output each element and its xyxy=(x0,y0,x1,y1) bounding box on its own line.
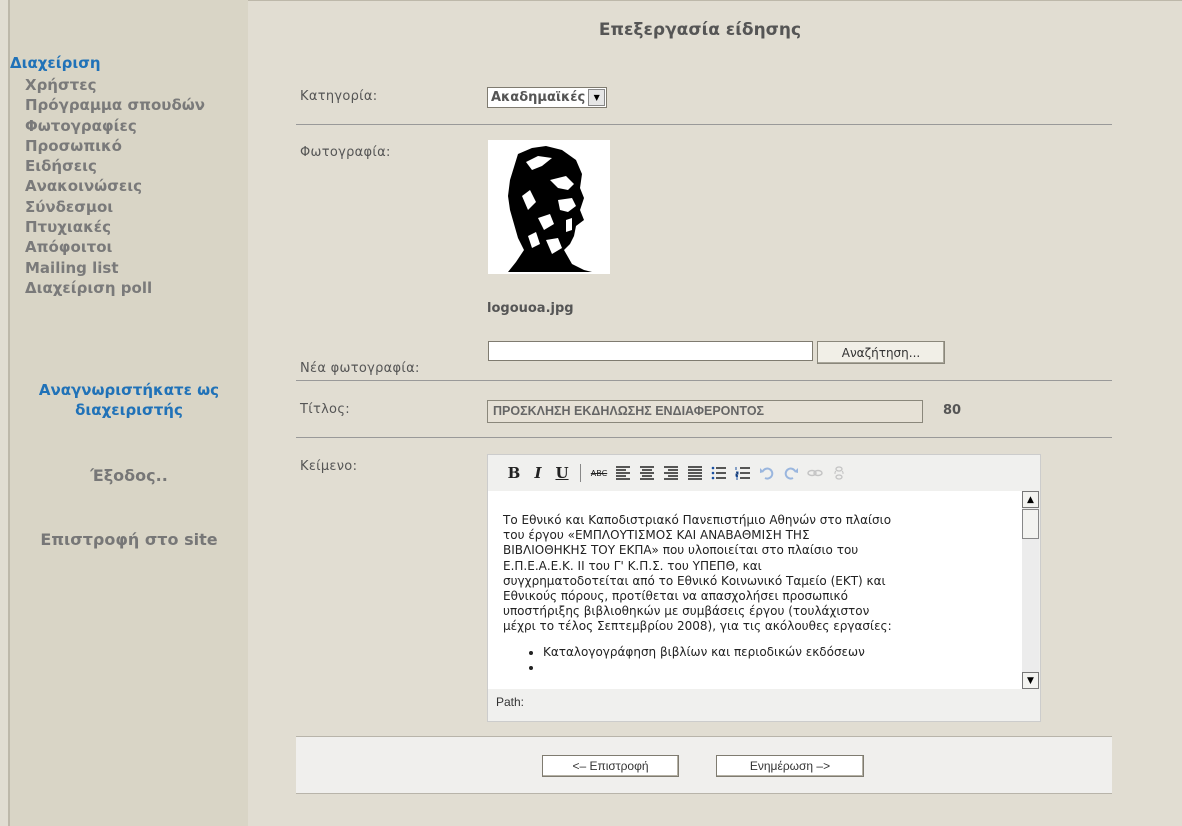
sidebar: Διαχείριση Χρήστες Πρόγραμμα σπουδών Φωτ… xyxy=(10,0,248,826)
sidebar-item-users[interactable]: Χρήστες xyxy=(25,75,205,95)
unlink-icon[interactable] xyxy=(827,461,851,485)
underline-icon[interactable]: U xyxy=(550,461,574,485)
undo-icon[interactable] xyxy=(755,461,779,485)
rich-text-editor: B I U ABC Το Εθνικό και Καποδιστριακό Πα… xyxy=(487,454,1041,722)
bullet-list-icon[interactable] xyxy=(707,461,731,485)
logout-link[interactable]: Έξοδος.. xyxy=(10,466,248,485)
content-line: συγχρηματοδοτείται από το Εθνικό Κοινωνι… xyxy=(503,573,886,588)
title-label: Τίτλος: xyxy=(300,402,350,417)
sidebar-item-news[interactable]: Ειδήσεις xyxy=(25,156,205,176)
category-label: Κατηγορία: xyxy=(300,89,378,104)
sidebar-item-links[interactable]: Σύνδεσμοι xyxy=(25,197,205,217)
editor-content[interactable]: Το Εθνικό και Καποδιστριακό Πανεπιστήμιο… xyxy=(488,491,1022,689)
align-right-icon[interactable] xyxy=(659,461,683,485)
editor-toolbar: B I U ABC xyxy=(488,455,1040,491)
align-left-icon[interactable] xyxy=(611,461,635,485)
back-to-site-link[interactable]: Επιστροφή στο site xyxy=(10,530,248,549)
browse-button[interactable]: Αναζήτηση... xyxy=(817,341,945,364)
align-center-icon[interactable] xyxy=(635,461,659,485)
toolbar-separator xyxy=(580,464,581,482)
sidebar-item-poll[interactable]: Διαχείριση poll xyxy=(25,278,205,298)
italic-icon[interactable]: I xyxy=(526,461,550,485)
align-justify-icon[interactable] xyxy=(683,461,707,485)
divider xyxy=(296,124,1112,125)
back-button[interactable]: <– Επιστροφή xyxy=(542,755,679,777)
chevron-down-icon[interactable]: ▼ xyxy=(588,89,606,106)
title-input[interactable]: ΠΡΟΣΚΛΗΣΗ ΕΚΔΗΛΩΣΗΣ ΕΝΔΙΑΦΕΡΟΝΤΟΣ xyxy=(487,400,923,423)
content-line: ΒΙΒΛΙΟΘΗΚΗΣ ΤΟΥ ΕΚΠΑ» που υλοποιείται στ… xyxy=(503,543,859,558)
content-bullet-list: Καταλογογράφηση βιβλίων και περιοδικών ε… xyxy=(503,645,1012,675)
content-line: Το Εθνικό και Καποδιστριακό Πανεπιστήμιο… xyxy=(503,513,892,527)
update-button[interactable]: Ενημέρωση –> xyxy=(716,755,864,777)
action-panel: <– Επιστροφή Ενημέρωση –> xyxy=(296,736,1112,794)
page-title: Επεξεργασία είδησης xyxy=(598,20,802,40)
divider xyxy=(296,437,1112,438)
sidebar-item-mailing-list[interactable]: Mailing list xyxy=(25,258,205,278)
editor-scrollbar[interactable]: ▲ ▼ xyxy=(1022,491,1039,689)
sidebar-title: Διαχείριση xyxy=(10,54,101,72)
sidebar-item-staff[interactable]: Προσωπικό xyxy=(25,136,205,156)
list-item: Καταλογογράφηση βιβλίων και περιοδικών ε… xyxy=(543,645,1012,660)
logged-in-line-2: διαχειριστής xyxy=(75,401,183,419)
scroll-down-icon[interactable]: ▼ xyxy=(1022,672,1039,689)
sidebar-item-curriculum[interactable]: Πρόγραμμα σπουδών xyxy=(25,95,205,115)
new-photo-label: Νέα φωτογραφία: xyxy=(300,361,420,376)
logged-in-line-1: Αναγνωριστήκατε ως xyxy=(38,381,220,399)
content-line: υποστήριξης βιβλιοθηκών με συμβάσεις έργ… xyxy=(503,604,870,619)
content-line: Εθνικούς πόρους, προτίθεται να απασχολήσ… xyxy=(503,589,848,604)
numbered-list-icon[interactable] xyxy=(731,461,755,485)
news-photo xyxy=(488,140,610,274)
sidebar-item-photos[interactable]: Φωτογραφίες xyxy=(25,116,205,136)
scroll-up-icon[interactable]: ▲ xyxy=(1022,491,1039,508)
sidebar-item-alumni[interactable]: Απόφοιτοι xyxy=(25,237,205,257)
list-item xyxy=(543,660,1012,675)
title-char-count: 80 xyxy=(943,403,962,418)
file-path-input[interactable] xyxy=(488,341,813,361)
category-select-value: Ακαδημαϊκές xyxy=(491,90,586,105)
content-line: Ε.Π.Ε.Α.Ε.Κ. ΙΙ του Γ' Κ.Π.Σ. του ΥΠΕΠΘ,… xyxy=(503,558,762,573)
photo-label: Φωτογραφία: xyxy=(300,145,391,160)
photo-filename: logouoa.jpg xyxy=(487,301,574,316)
logged-in-status: Αναγνωριστήκατε ως διαχειριστής xyxy=(10,380,248,420)
redo-icon[interactable] xyxy=(779,461,803,485)
content-line: μέχρι το τέλος Σεπτεμβρίου 2008), για τι… xyxy=(503,619,892,634)
bold-icon[interactable]: B xyxy=(502,461,526,485)
content-line: του έργου «ΕΜΠΛΟΥΤΙΣΜΟΣ ΚΑΙ ΑΝΑΒΑΘΜΙΣΗ Τ… xyxy=(503,528,810,543)
editor-path-bar: Path: xyxy=(496,695,525,709)
sidebar-item-theses[interactable]: Πτυχιακές xyxy=(25,217,205,237)
scrollbar-thumb[interactable] xyxy=(1022,509,1039,539)
divider xyxy=(296,380,1112,381)
link-icon[interactable] xyxy=(803,461,827,485)
strikethrough-icon[interactable]: ABC xyxy=(587,461,611,485)
category-select[interactable]: Ακαδημαϊκές ▼ xyxy=(487,87,608,108)
sidebar-item-announcements[interactable]: Ανακοινώσεις xyxy=(25,176,205,196)
sidebar-menu: Χρήστες Πρόγραμμα σπουδών Φωτογραφίες Πρ… xyxy=(25,75,205,298)
text-label: Κείμενο: xyxy=(300,459,358,474)
athena-logo-image xyxy=(488,140,610,274)
